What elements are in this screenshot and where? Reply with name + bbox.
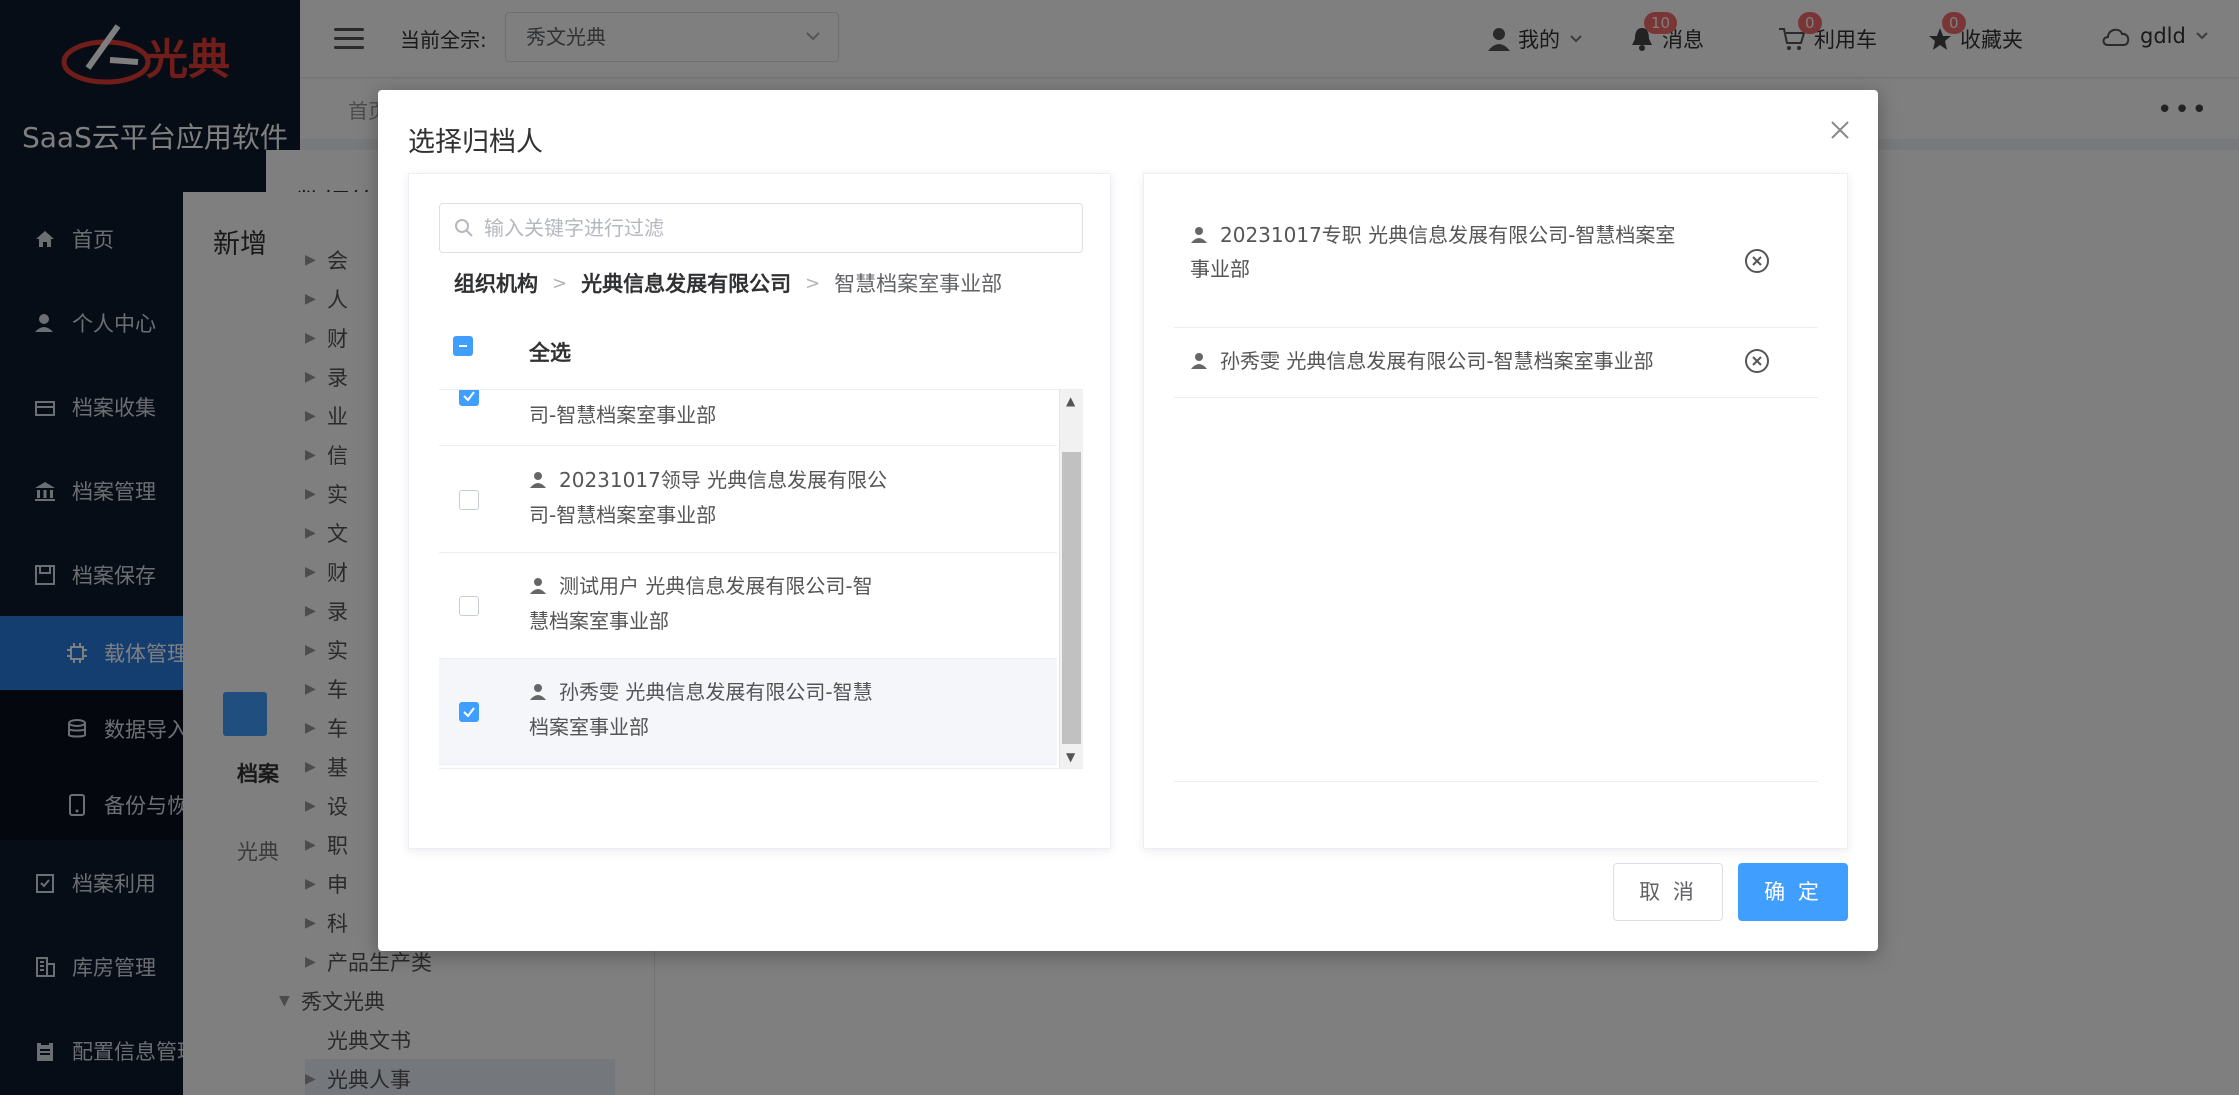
selected-item: 20231017专职 光典信息发展有限公司-智慧档案室 事业部 bbox=[1174, 194, 1818, 328]
person-icon bbox=[530, 472, 546, 488]
person-icon bbox=[1191, 353, 1207, 369]
list-item-text: 20231017领导 光典信息发展有限公 司-智慧档案室事业部 bbox=[529, 468, 888, 527]
filter-search-box bbox=[439, 203, 1083, 253]
selected-item-text: 孙秀雯 光典信息发展有限公司-智慧档案室事业部 bbox=[1190, 344, 1730, 378]
checkbox[interactable] bbox=[459, 490, 479, 510]
list-item[interactable]: 孙秀雯 光典信息发展有限公司-智慧 档案室事业部 bbox=[439, 659, 1057, 765]
select-all-checkbox[interactable] bbox=[453, 336, 473, 356]
scroll-up-icon[interactable]: ▲ bbox=[1066, 394, 1075, 408]
list-item-text: 司-智慧档案室事业部 bbox=[529, 403, 717, 427]
checkbox[interactable] bbox=[459, 702, 479, 722]
confirm-button[interactable]: 确 定 bbox=[1738, 863, 1848, 921]
checkbox-indeterminate-icon bbox=[453, 336, 473, 356]
chevron-right-icon: > bbox=[805, 272, 821, 294]
scroll-down-icon[interactable]: ▼ bbox=[1066, 750, 1075, 764]
selected-panel: 20231017专职 光典信息发展有限公司-智慧档案室 事业部 孙秀雯 光典信息… bbox=[1143, 173, 1848, 849]
person-icon bbox=[530, 578, 546, 594]
dialog-title: 选择归档人 bbox=[408, 127, 543, 158]
checkbox[interactable] bbox=[459, 390, 479, 406]
list-item[interactable]: 司-智慧档案室事业部 bbox=[439, 390, 1057, 446]
checkbox[interactable] bbox=[459, 596, 479, 616]
breadcrumb-item[interactable]: 光典信息发展有限公司 bbox=[581, 268, 791, 298]
close-icon[interactable] bbox=[1828, 118, 1852, 142]
cancel-button[interactable]: 取 消 bbox=[1613, 863, 1723, 921]
remove-circle-icon[interactable] bbox=[1744, 248, 1770, 274]
candidate-panel: 组织机构 > 光典信息发展有限公司 > 智慧档案室事业部 全选 司-智慧档案室事… bbox=[408, 173, 1111, 849]
list-item[interactable]: 测试用户 光典信息发展有限公司-智 慧档案室事业部 bbox=[439, 553, 1057, 659]
list-item-text: 测试用户 光典信息发展有限公司-智 慧档案室事业部 bbox=[529, 574, 873, 633]
breadcrumb-item[interactable]: 组织机构 bbox=[454, 268, 538, 298]
breadcrumb-item: 智慧档案室事业部 bbox=[834, 272, 1003, 296]
person-icon bbox=[530, 684, 546, 700]
select-all-label: 全选 bbox=[529, 341, 571, 365]
selected-item-text: 20231017专职 光典信息发展有限公司-智慧档案室 事业部 bbox=[1190, 223, 1676, 281]
list-item[interactable]: 20231017领导 光典信息发展有限公 司-智慧档案室事业部 bbox=[439, 447, 1057, 553]
chevron-right-icon: > bbox=[552, 272, 568, 294]
list-item-text: 孙秀雯 光典信息发展有限公司-智慧 档案室事业部 bbox=[529, 680, 873, 739]
person-icon bbox=[1191, 227, 1207, 243]
org-breadcrumb: 组织机构 > 光典信息发展有限公司 > 智慧档案室事业部 bbox=[454, 268, 1002, 298]
list-scrollbar[interactable]: ▲ ▼ bbox=[1059, 390, 1083, 768]
filter-input[interactable] bbox=[484, 204, 1074, 252]
search-icon bbox=[455, 219, 473, 237]
remove-circle-icon[interactable] bbox=[1744, 348, 1770, 374]
scrollbar-thumb[interactable] bbox=[1062, 452, 1081, 744]
selected-list: 20231017专职 光典信息发展有限公司-智慧档案室 事业部 孙秀雯 光典信息… bbox=[1174, 194, 1818, 782]
selected-item: 孙秀雯 光典信息发展有限公司-智慧档案室事业部 bbox=[1174, 328, 1818, 398]
select-archiver-dialog: 选择归档人 组织机构 > 光典信息发展有限公司 > 智慧档案室事业部 全选 司-… bbox=[378, 90, 1878, 951]
candidate-list: 司-智慧档案室事业部 20231017领导 光典信息发展有限公 司-智慧档案室事… bbox=[439, 389, 1083, 769]
